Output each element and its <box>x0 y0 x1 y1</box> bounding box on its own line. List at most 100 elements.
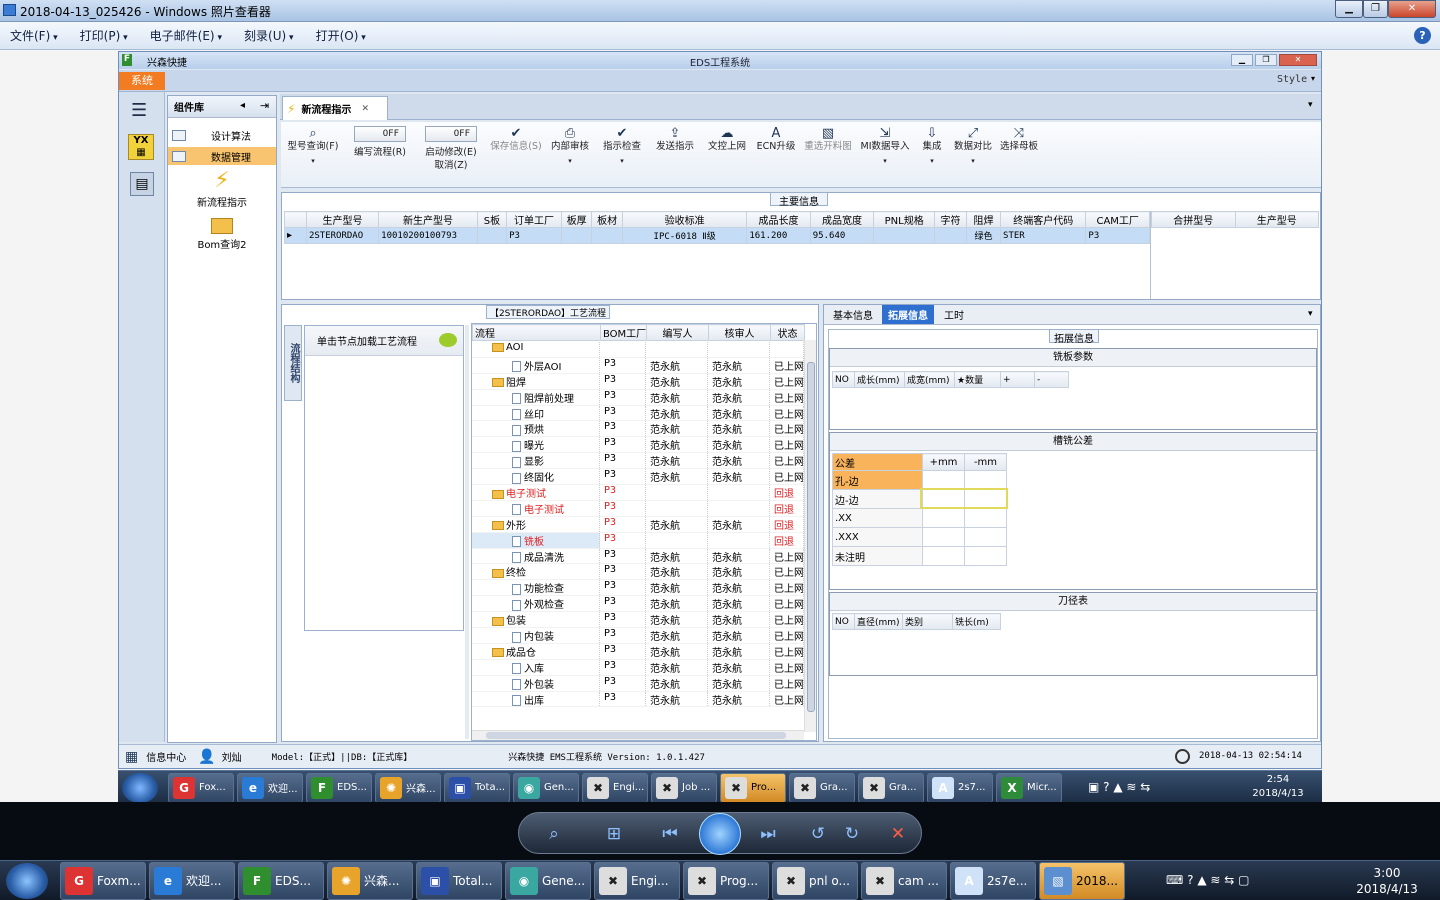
process-row[interactable]: 曝光 P3 范永航 范永航 已上网 <box>472 437 804 454</box>
process-row[interactable]: 出库 P3 范永航 范永航 已上网 <box>472 691 804 708</box>
inner-task-11[interactable]: A 2s7... <box>927 772 993 803</box>
dropdown-arrow-icon[interactable]: ▾ <box>857 157 913 165</box>
calculator-icon[interactable]: ▤ <box>130 172 154 196</box>
process-row[interactable]: 成品清洗 P3 范永航 范永航 已上网 <box>472 548 804 565</box>
os-task-1[interactable]: e 欢迎... <box>149 861 235 900</box>
tile-new-process[interactable]: ⚡ 新流程指示 <box>168 168 276 212</box>
toolbar-button-1[interactable]: OFF 编写流程(R) <box>345 126 415 159</box>
os-task-7[interactable]: ✖ Prog... <box>683 861 769 900</box>
tab-list-dropdown-icon[interactable]: ▾ <box>1308 100 1313 110</box>
minus-mm-cell[interactable] <box>964 508 1007 528</box>
main-info-cell-7[interactable]: 161.200 <box>746 227 811 244</box>
inner-clock[interactable]: 2:54 2018/4/13 <box>1238 773 1318 801</box>
main-info-cell-3[interactable]: P3 <box>506 227 562 244</box>
style-label[interactable]: Style <box>1277 74 1307 85</box>
tab-work-hours[interactable]: 工时 <box>938 307 970 322</box>
process-row[interactable]: 外观检查 P3 范永航 范永航 已上网 <box>472 596 804 613</box>
info-center[interactable]: 信息中心 <box>146 749 186 764</box>
plus-mm-cell[interactable] <box>922 546 965 566</box>
toolbar-button-9[interactable]: ▧ 重选开料图 <box>799 126 857 153</box>
inner-task-4[interactable]: ▣ Tota... <box>444 772 510 803</box>
os-task-3[interactable]: ✺ 兴森... <box>327 861 413 900</box>
os-task-8[interactable]: ✖ pnl o... <box>772 861 858 900</box>
main-info-cell-10[interactable] <box>934 227 967 244</box>
main-info-cell-5[interactable] <box>591 227 623 244</box>
toolbar-button-12[interactable]: ⤢ 数据对比 ▾ <box>951 126 995 165</box>
toolbar-button-3[interactable]: ✔ 保存信息(S) <box>487 126 545 153</box>
tab-basic-info[interactable]: 基本信息 <box>828 307 878 322</box>
main-info-cell-2[interactable] <box>476 227 508 244</box>
inner-task-12[interactable]: X Micr... <box>996 772 1062 803</box>
process-row[interactable]: 铣板 P3 回退 <box>472 532 804 549</box>
process-row[interactable]: 功能检查 P3 范永航 范永航 已上网 <box>472 580 804 597</box>
os-task-10[interactable]: A 2s7e... <box>950 861 1036 900</box>
main-info-cell-13[interactable]: P3 <box>1085 227 1150 244</box>
close-button[interactable]: ✕ <box>1388 0 1436 18</box>
actual-size-icon[interactable]: ⊞ <box>601 821 627 847</box>
toggle-switch[interactable]: OFF <box>354 126 406 142</box>
process-row[interactable]: 外层AOI P3 范永航 范永航 已上网 <box>472 357 804 374</box>
process-row[interactable]: 外包装 P3 范永航 范永航 已上网 <box>472 675 804 692</box>
inner-task-6[interactable]: ✖ Engi... <box>582 772 648 803</box>
rotate-left-icon[interactable]: ↺ <box>805 821 831 847</box>
process-row[interactable]: 成品仓 P3 范永航 范永航 已上网 <box>472 643 804 660</box>
dropdown-arrow-icon[interactable]: ▾ <box>545 157 595 165</box>
process-row[interactable]: AOI <box>472 342 804 358</box>
main-info-cell-6[interactable]: IPC-6018 Ⅱ级 <box>621 227 748 244</box>
inner-task-7[interactable]: ✖ Job ... <box>651 772 717 803</box>
splitter[interactable] <box>465 325 469 739</box>
toolbar-button-6[interactable]: ⇪ 发送指示 <box>649 126 701 153</box>
yx-module-icon[interactable]: YX ▦ <box>128 134 154 160</box>
os-task-11[interactable]: ▧ 2018... <box>1039 861 1125 900</box>
maximize-button[interactable]: ❐ <box>1363 0 1388 18</box>
process-row[interactable]: 阻焊 P3 范永航 范永航 已上网 <box>472 373 804 390</box>
info-dropdown-icon[interactable]: ▾ <box>1308 309 1313 319</box>
app-maximize-button[interactable]: ❐ <box>1255 54 1277 66</box>
process-row[interactable]: 入库 P3 范永航 范永航 已上网 <box>472 659 804 676</box>
tab-new-process[interactable]: ⚡ 新流程指示 ✕ <box>282 96 388 120</box>
plus-mm-cell[interactable] <box>922 470 965 490</box>
process-row[interactable]: 电子测试 P3 回退 <box>472 500 804 517</box>
process-row[interactable]: 显影 P3 范永航 范永航 已上网 <box>472 453 804 470</box>
load-process-hint[interactable]: 单击节点加载工艺流程 <box>305 326 463 356</box>
toolbar-button-7[interactable]: ☁ 文控上网 <box>701 126 753 153</box>
dropdown-arrow-icon[interactable]: ▾ <box>951 157 995 165</box>
scroll-thumb[interactable] <box>807 362 815 712</box>
tile-bom-query[interactable]: Bom查询2 <box>168 216 276 256</box>
os-task-4[interactable]: ▣ Total... <box>416 861 502 900</box>
next-icon[interactable]: ⏭ <box>755 821 781 847</box>
inner-task-10[interactable]: ✖ Gra... <box>858 772 924 803</box>
nav-item-design[interactable]: 设计算法 <box>168 126 276 144</box>
minimize-button[interactable]: ▁ <box>1335 0 1363 18</box>
main-info-cell-9[interactable] <box>873 227 936 244</box>
process-row[interactable]: 内包装 P3 范永航 范永航 已上网 <box>472 628 804 644</box>
toolbar-button-2[interactable]: OFF 启动修改(E) 取消(Z) <box>415 126 487 172</box>
os-task-6[interactable]: ✖ Engi... <box>594 861 680 900</box>
app-minimize-button[interactable]: ▁ <box>1231 54 1253 66</box>
menu-burn[interactable]: 刻录(U) <box>244 27 294 44</box>
process-row[interactable]: 包装 P3 范永航 范永航 已上网 <box>472 612 804 629</box>
nav-item-data-management[interactable]: 数据管理 <box>168 147 276 165</box>
minus-mm-cell[interactable] <box>964 546 1007 566</box>
plus-mm-cell[interactable] <box>922 527 965 547</box>
help-icon[interactable]: ? <box>1414 27 1431 44</box>
inner-task-8[interactable]: ✖ Pro... <box>720 772 786 803</box>
os-task-0[interactable]: G Foxm... <box>60 861 146 900</box>
dropdown-arrow-icon[interactable]: ▾ <box>595 157 649 165</box>
toolbar-button-5[interactable]: ✔ 指示检查 ▾ <box>595 126 649 165</box>
process-row[interactable]: 终检 P3 范永航 范永航 已上网 <box>472 564 804 581</box>
inner-start-button[interactable] <box>122 772 158 803</box>
tray-icons[interactable]: ▣ ? ▲ ≋ ⇆ <box>1088 780 1150 794</box>
menu-open[interactable]: 打开(O) <box>316 27 366 44</box>
tab-extended-info[interactable]: 拓展信息 <box>882 305 934 324</box>
main-info-cell-1[interactable]: 10010200100793 <box>378 227 478 244</box>
inner-task-9[interactable]: ✖ Gra... <box>789 772 855 803</box>
toolbar-button-4[interactable]: ⎙ 内部审核 ▾ <box>545 126 595 165</box>
rotate-right-icon[interactable]: ↻ <box>839 821 865 847</box>
dropdown-arrow-icon[interactable]: ▾ <box>281 157 345 165</box>
minus-mm-cell[interactable] <box>964 527 1007 547</box>
style-dropdown-icon[interactable]: ▾ <box>1311 74 1315 83</box>
minus-mm-cell[interactable] <box>964 470 1007 490</box>
os-clock[interactable]: 3:00 2018/4/13 <box>1350 865 1424 897</box>
process-row[interactable]: 终固化 P3 范永航 范永航 已上网 <box>472 469 804 486</box>
